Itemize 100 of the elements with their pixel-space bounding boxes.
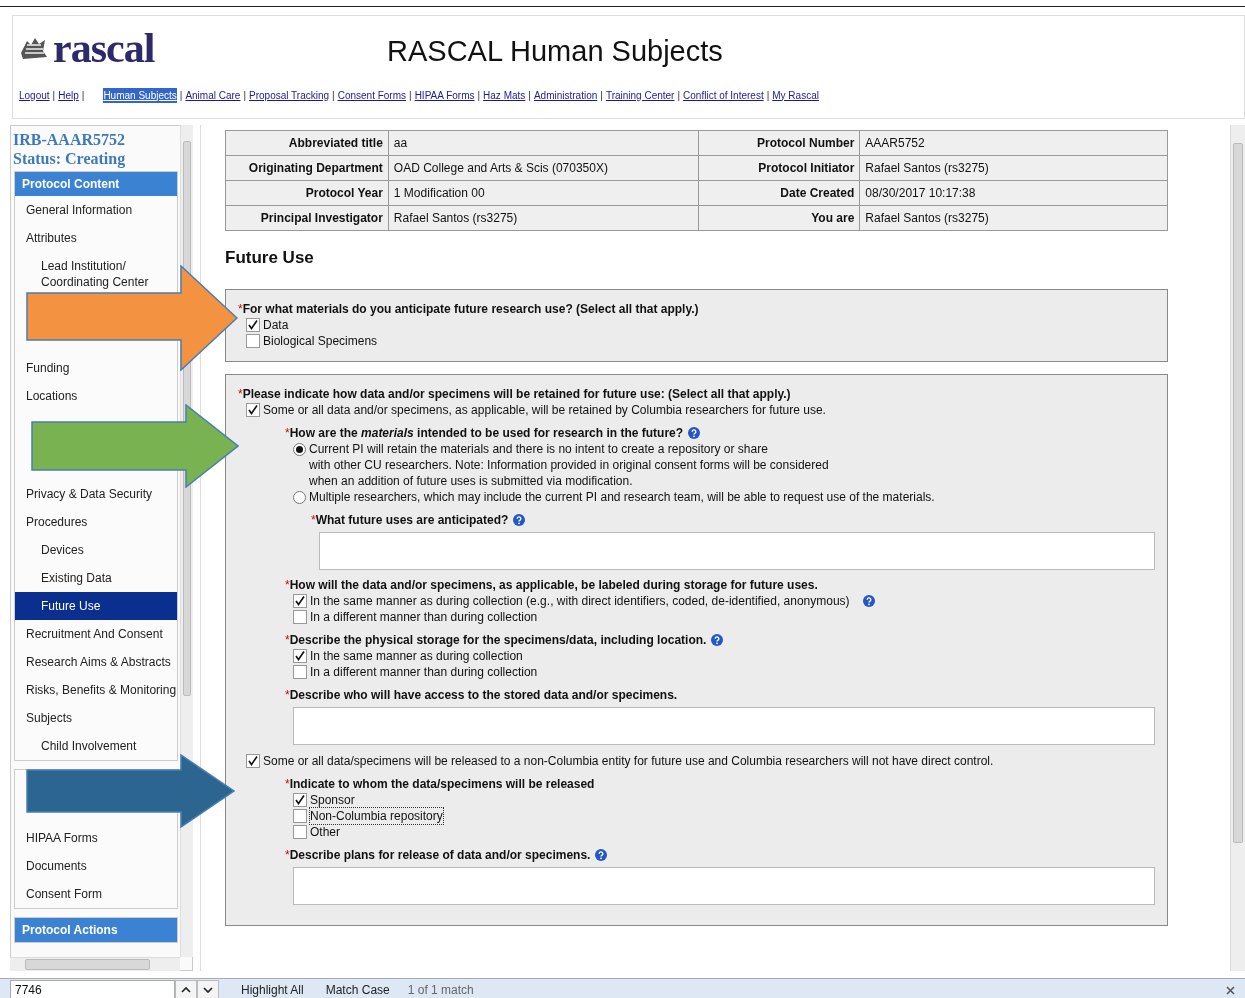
sidebar-item[interactable]: Child Involvement [15,732,177,760]
checkbox-label[interactable]: In the same manner as during collection (e.g., with direct identifiers, coded, de-identified, anonymous) [310,592,850,609]
check-icon [247,319,259,330]
sidebar-item[interactable]: Funding [15,354,177,382]
field-label: Principal Investigator [225,205,389,231]
checkbox[interactable] [246,317,260,332]
module-link[interactable]: Proposal Tracking [249,87,330,103]
sidebar-item[interactable]: Devices [15,536,177,564]
chevron-down-icon [203,986,213,994]
scrollbar[interactable] [1230,125,1245,971]
module-link[interactable]: Human Subjects [103,87,177,103]
separator: | [600,88,603,103]
module-link[interactable]: Administration [533,87,598,103]
check-icon [294,794,306,805]
sidebar-item[interactable]: Documents [15,852,177,880]
checkbox-label[interactable]: In the same manner as during collection [310,647,523,664]
radio-button[interactable] [293,490,306,504]
account-link[interactable]: Logout [19,87,50,103]
sidebar-item[interactable]: Risks, Benefits & Monitoring [15,676,177,704]
field-value: aa [388,130,698,156]
separator: | [677,88,681,103]
match-count: 1 of 1 match [407,982,474,998]
find-option[interactable]: Match Case [325,981,390,998]
checkbox[interactable] [293,609,307,624]
logo: rascal [53,26,155,69]
question-label: *How will the data and/or specimens, as applicable, be labeled during storage for future uses. [285,577,818,593]
module-link[interactable]: Animal Care [185,87,241,103]
separator: | [528,88,531,103]
radio-button[interactable] [293,442,306,456]
sidebar-item[interactable]: Future Use [15,592,177,620]
checkbox-label[interactable]: Biological Specimens [263,332,378,349]
question-label: *Please indicate how data and/or specimens will be retained for future use: (Select all that apply.) [238,386,791,402]
separator: | [81,88,85,103]
next-button[interactable] [197,980,219,998]
sidebar-item[interactable]: Subjects [15,704,177,732]
checkbox-label[interactable]: In a different manner than during collection [310,608,538,625]
question-label: *For what materials do you anticipate future research use? (Select all that apply.) [238,301,699,317]
account-link[interactable]: Help [58,87,79,103]
sidebar-item[interactable]: General Information [15,196,177,224]
separator: | [477,88,481,103]
field-label: You are [698,205,860,231]
field-label: Protocol Year [225,180,389,206]
section-header[interactable]: Protocol Content [15,172,177,196]
checkbox[interactable] [246,402,260,417]
sidebar-item[interactable]: Locations [15,382,177,410]
field-value: 08/30/2017 10:17:38 [859,180,1168,206]
checkbox-label[interactable]: Other [310,823,340,840]
find-field[interactable]: 7746 [10,980,175,998]
field-label: Originating Department [225,155,389,181]
page-title: Future Use [225,247,315,269]
checkbox-label[interactable]: Some or all data/specimens will be released to a non-Columbia entity for future use and Columbia researchers will not have direct control. [263,752,994,769]
field-label: Protocol Number [698,130,860,156]
sidebar-item[interactable]: Procedures [15,508,177,536]
radio-label[interactable]: Current PI will retain the materials and there is no intent to create a repository or share with other CU researchers. Note: Information provided in original consent forms will be considered when an addition of future uses is submitted via modification. [309,440,829,489]
checkbox[interactable] [246,333,260,348]
close-icon [1225,985,1235,995]
checkbox-label[interactable]: Some or all data and/or specimens, as applicable, will be retained by Columbia researchers for future use. [263,401,826,418]
module-link[interactable]: HIPAA Forms [414,87,475,103]
sidebar-item[interactable]: Existing Data [15,564,177,592]
separator: | [243,88,246,103]
checkbox[interactable] [293,824,307,839]
sidebar-item[interactable]: HIPAA Forms [15,824,177,852]
sidebar-item[interactable]: Consent Form [15,880,177,908]
question-label: *Describe plans for release of data and/or specimens. [285,847,591,863]
checkbox[interactable] [293,808,307,823]
checkbox[interactable] [293,664,307,679]
section-header[interactable]: Protocol Actions [15,918,177,942]
field-label: Protocol Initiator [698,155,860,181]
protocol-status: Status: Creating [13,149,127,168]
module-link[interactable]: Consent Forms [337,87,407,103]
checkbox-label[interactable]: In a different manner than during collection [310,663,538,680]
checkbox[interactable] [293,593,307,608]
scrollbar[interactable] [10,957,180,971]
sidebar-item[interactable]: Attributes [15,224,177,252]
sidebar-item[interactable]: Research Aims & Abstracts [15,648,177,676]
question-label: *How are the materials intended to be used for research in the future? [285,425,684,441]
module-link[interactable]: My Rascal [772,87,819,103]
separator: | [179,88,183,103]
find-option[interactable]: Highlight All [241,981,304,998]
previous-button[interactable] [175,980,197,998]
module-link[interactable]: Training Center [605,87,675,103]
radio-label[interactable]: Multiple researchers, which may include the current PI and research team, will be able to request use of the materials. [309,488,935,505]
checkbox-label[interactable]: Data [263,316,289,333]
field-value: 1 Modification 00 [388,180,698,206]
module-link[interactable]: Haz Mats [483,87,526,103]
sidebar-item[interactable]: Privacy & Data Security [15,480,177,508]
separator: | [52,88,56,103]
checkbox-label[interactable]: Non-Columbia repository [310,807,443,824]
field-value: Rafael Santos (rs3275) [859,205,1168,231]
checkbox[interactable] [293,648,307,663]
sidebar-item[interactable]: Lead Institution/ Coordinating Center [15,252,177,296]
sidebar-item[interactable]: Recruitment And Consent [15,620,177,648]
field-value: OAD College and Arts & Scis (070350X) [388,155,698,181]
checkbox[interactable] [246,753,260,768]
question-label: *What future uses are anticipated? [311,512,509,528]
checkbox[interactable] [293,792,307,807]
separator: | [766,88,770,103]
field-value: Rafael Santos (rs3275) [388,205,698,231]
module-link[interactable]: Conflict of Interest [683,87,764,103]
checkbox-label[interactable]: Sponsor [310,791,355,808]
